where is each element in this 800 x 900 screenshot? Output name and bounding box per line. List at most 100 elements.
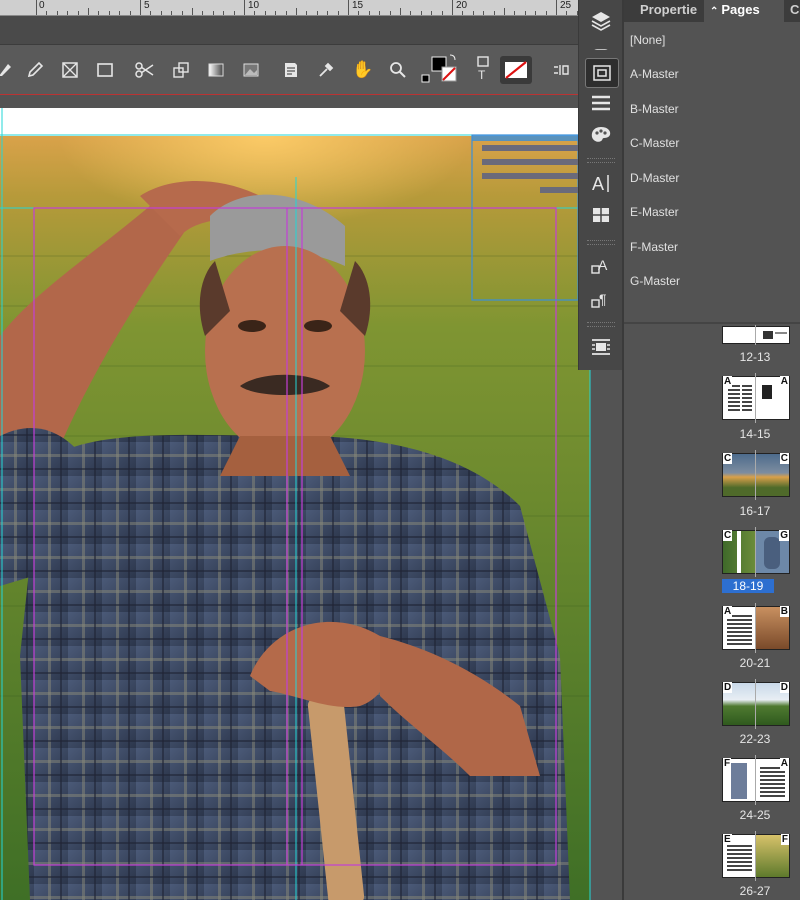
gradient-feather-icon[interactable] bbox=[238, 57, 264, 83]
ruler-tick bbox=[109, 11, 110, 15]
view-mode-icon[interactable] bbox=[548, 57, 574, 83]
page-spread-thumbnail[interactable]: C C bbox=[722, 450, 790, 500]
ruler-tick bbox=[265, 11, 266, 15]
ruler-label: 15 bbox=[352, 0, 364, 11]
gradient-swatch-icon[interactable] bbox=[203, 57, 229, 83]
tab-cc-libraries[interactable]: Co bbox=[782, 0, 800, 22]
master-item[interactable]: F-Master bbox=[630, 240, 678, 254]
master-item[interactable]: A-Master bbox=[630, 67, 679, 81]
ruler-tick bbox=[223, 11, 224, 15]
master-prefix-badge: A bbox=[723, 606, 733, 617]
ruler-tick bbox=[244, 0, 245, 15]
layers-icon[interactable] bbox=[586, 6, 616, 36]
ruler-tick bbox=[213, 11, 214, 15]
control-strip bbox=[0, 16, 578, 45]
master-prefix-badge: A bbox=[779, 758, 789, 769]
tools-toolbar: ✋ T bbox=[0, 45, 578, 96]
master-prefix-badge: B bbox=[779, 606, 789, 617]
master-item[interactable]: C-Master bbox=[630, 136, 679, 150]
spread-label[interactable]: 16-17 bbox=[715, 504, 795, 518]
ruler-tick bbox=[504, 8, 505, 15]
ruler-tick bbox=[546, 11, 547, 15]
dock-grip[interactable] bbox=[587, 322, 615, 327]
spread-label[interactable]: 22-23 bbox=[715, 732, 795, 746]
paragraph-styles-icon[interactable]: ¶ bbox=[586, 284, 616, 314]
ruler-tick bbox=[431, 11, 432, 15]
spread-label[interactable]: 24-25 bbox=[715, 808, 795, 822]
paragraph-table-icon[interactable] bbox=[586, 200, 616, 230]
note-icon[interactable] bbox=[278, 57, 304, 83]
ruler-tick bbox=[317, 11, 318, 15]
ruler-tick bbox=[150, 11, 151, 15]
master-prefix-badge: D bbox=[723, 682, 733, 693]
page-spread-thumbnail[interactable] bbox=[722, 325, 790, 345]
ruler-tick bbox=[140, 0, 141, 15]
master-prefix-badge: C bbox=[723, 453, 733, 464]
horizontal-ruler[interactable]: 0 5 10 15 20 25 bbox=[0, 0, 578, 16]
master-prefix-badge: C bbox=[779, 453, 789, 464]
master-prefix-badge: A bbox=[723, 376, 733, 387]
ruler-tick bbox=[535, 11, 536, 15]
spread-label[interactable]: 26-27 bbox=[715, 884, 795, 898]
page-spread-thumbnail[interactable]: D D bbox=[722, 679, 790, 729]
spread-label[interactable]: 12-13 bbox=[715, 350, 795, 364]
swatches-icon[interactable] bbox=[586, 120, 616, 150]
apply-none-icon[interactable] bbox=[500, 56, 532, 84]
master-item[interactable]: [None] bbox=[630, 33, 665, 47]
stroke-icon[interactable] bbox=[586, 88, 616, 118]
master-prefix-badge: E bbox=[723, 834, 732, 845]
master-prefix-badge: A bbox=[779, 376, 789, 387]
rectangle-frame-icon[interactable] bbox=[57, 57, 83, 83]
rectangle-icon[interactable] bbox=[92, 57, 118, 83]
ruler-tick bbox=[348, 0, 349, 15]
ruler-tick bbox=[566, 11, 567, 15]
ruler-tick bbox=[369, 11, 370, 15]
free-transform-icon[interactable] bbox=[168, 57, 194, 83]
panel-divider[interactable] bbox=[624, 322, 800, 324]
page-spread-thumbnail[interactable]: C G bbox=[722, 527, 790, 577]
zoom-icon[interactable] bbox=[385, 57, 411, 83]
ruler-tick bbox=[171, 11, 172, 15]
ruler-tick bbox=[57, 11, 58, 15]
dock-grip[interactable] bbox=[587, 158, 615, 163]
hand-icon[interactable]: ✋ bbox=[350, 57, 376, 83]
ruler-tick bbox=[400, 8, 401, 15]
format-affects-icon[interactable]: T bbox=[470, 56, 496, 83]
spread-label[interactable]: 14-15 bbox=[715, 427, 795, 441]
ruler-tick bbox=[119, 11, 120, 15]
master-prefix-badge: G bbox=[779, 530, 789, 541]
spread-label-selected[interactable]: 18-19 bbox=[722, 579, 774, 593]
page-spread-thumbnail[interactable]: E F bbox=[722, 831, 790, 881]
ruler-tick bbox=[338, 11, 339, 15]
eyedropper-icon[interactable] bbox=[313, 57, 339, 83]
character-styles-icon[interactable]: A bbox=[586, 168, 616, 198]
dock-grip[interactable] bbox=[587, 240, 615, 245]
scissors-icon[interactable] bbox=[132, 57, 158, 83]
text-wrap-icon[interactable] bbox=[586, 332, 616, 362]
ruler-tick bbox=[514, 11, 515, 15]
tab-pages[interactable]: ⌃ Pages bbox=[704, 0, 784, 22]
master-item[interactable]: D-Master bbox=[630, 171, 679, 185]
object-styles-icon[interactable]: A bbox=[586, 250, 616, 280]
master-item[interactable]: B-Master bbox=[630, 102, 679, 116]
page-spread-thumbnail[interactable]: A A bbox=[722, 373, 790, 423]
page-spread-thumbnail[interactable]: F A bbox=[722, 755, 790, 805]
pages-panel-icon[interactable] bbox=[585, 58, 619, 88]
svg-text:T: T bbox=[478, 68, 486, 81]
links-icon[interactable] bbox=[586, 40, 616, 50]
fill-stroke-icon[interactable] bbox=[418, 54, 464, 83]
ruler-tick bbox=[67, 11, 68, 15]
direct-select-icon[interactable] bbox=[0, 57, 18, 83]
ruler-tick bbox=[525, 11, 526, 15]
ruler-tick bbox=[296, 8, 297, 15]
master-item[interactable]: G-Master bbox=[630, 274, 680, 288]
page-spread-thumbnail[interactable]: A B bbox=[722, 603, 790, 653]
ruler-tick bbox=[254, 11, 255, 15]
spread-label[interactable]: 20-21 bbox=[715, 656, 795, 670]
pencil-icon[interactable] bbox=[22, 57, 48, 83]
master-item[interactable]: E-Master bbox=[630, 205, 679, 219]
guides-overlay bbox=[0, 108, 591, 900]
svg-text:¶: ¶ bbox=[599, 291, 607, 307]
tab-properties[interactable]: Propertie bbox=[634, 0, 710, 22]
master-prefix-badge: D bbox=[779, 682, 789, 693]
